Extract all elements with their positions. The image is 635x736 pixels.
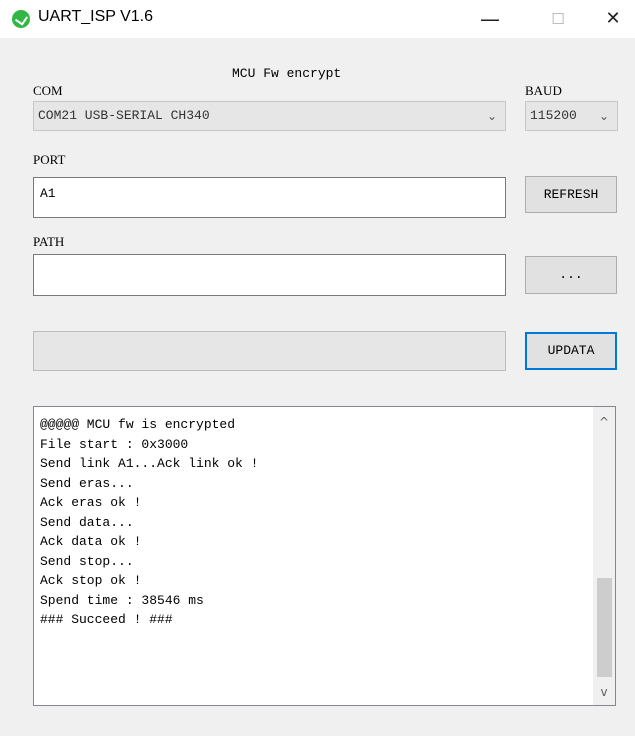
progress-bar [33,331,506,371]
baud-select[interactable]: 115200 ⌄ [525,101,618,131]
scroll-thumb[interactable] [597,577,612,677]
log-line: Send link A1...Ack link ok ! [40,456,259,471]
log-output[interactable]: @@@@@ MCU fw is encrypted File start : 0x… [33,406,616,706]
com-select-value: COM21 USB-SERIAL CH340 [38,108,210,123]
scroll-up-icon[interactable]: ^ [593,415,615,429]
log-line: Send eras... [40,475,134,491]
log-line: Ack eras ok ! [40,495,142,510]
title-bar: UART_ISP V1.6 — ☐ ✕ [0,0,635,38]
chevron-down-icon: ⌄ [486,109,497,123]
path-input[interactable] [33,254,506,296]
baud-label: BAUD [525,83,562,98]
app-icon [12,10,30,28]
close-button[interactable]: ✕ [590,0,635,38]
update-button[interactable]: UPDATA [525,332,617,370]
browse-button[interactable]: ... [525,256,617,294]
log-line: Spend time : 38546 ms [40,592,204,608]
log-line: Send stop... [40,553,134,569]
log-line: @@@@@ MCU fw is encrypted [40,417,236,432]
port-label: PORT [33,152,66,167]
chevron-down-icon: ⌄ [598,109,609,123]
maximize-button[interactable]: ☐ [535,0,581,38]
refresh-button[interactable]: REFRESH [525,176,617,213]
baud-select-value: 115200 [530,108,577,123]
minimize-button[interactable]: — [467,0,513,38]
log-text: @@@@@ MCU fw is encrypted File start : 0x… [40,415,590,630]
log-line: Ack stop ok ! [40,573,142,588]
log-line: ### Succeed ! ### [40,612,173,627]
log-scrollbar[interactable]: ^ v [593,407,615,705]
scroll-down-icon[interactable]: v [593,685,615,699]
window-title: UART_ISP V1.6 [38,8,154,25]
com-label: COM [33,83,63,98]
path-label: PATH [33,234,65,249]
log-line: File start : 0x3000 [40,436,189,452]
log-line: Ack data ok ! [40,534,142,549]
com-select[interactable]: COM21 USB-SERIAL CH340 ⌄ [33,101,506,131]
port-input[interactable]: A1 [33,177,506,218]
encrypt-caption: MCU Fw encrypt [232,66,342,81]
log-line: Send data... [40,514,134,530]
